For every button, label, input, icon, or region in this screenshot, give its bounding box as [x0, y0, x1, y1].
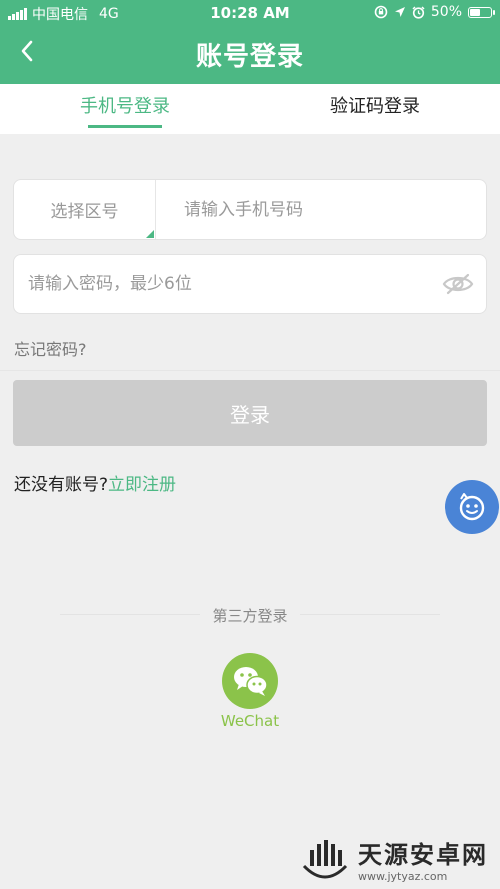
tab-code-login[interactable]: 验证码登录	[250, 84, 500, 134]
register-link[interactable]: 立即注册	[108, 475, 176, 495]
page-title: 账号登录	[195, 42, 304, 72]
wechat-login-button[interactable]	[222, 653, 278, 709]
tab-phone-login[interactable]: 手机号登录	[0, 84, 250, 134]
register-line: 还没有账号?立即注册	[14, 470, 176, 495]
divider	[0, 370, 500, 371]
robot-face-icon	[459, 493, 485, 521]
wechat-label: WeChat	[220, 712, 280, 730]
battery-fill	[470, 8, 480, 16]
password-input[interactable]	[14, 254, 436, 314]
phone-row: 选择区号	[13, 179, 487, 240]
forgot-password-link[interactable]: 忘记密码?	[14, 336, 87, 360]
password-row	[13, 254, 487, 314]
location-arrow-icon	[394, 7, 405, 17]
region-selector[interactable]: 选择区号	[14, 180, 156, 239]
phone-input[interactable]	[156, 180, 486, 239]
status-bar: 中国电信 4G 10:28 AM 50%	[0, 0, 500, 26]
battery-icon	[468, 6, 495, 18]
login-tabs: 手机号登录 验证码登录	[0, 84, 500, 134]
watermark-text: 天源安卓网 www.jytyaz.com	[358, 835, 488, 883]
no-account-text: 还没有账号?	[14, 475, 109, 495]
eye-slash-icon	[442, 273, 474, 295]
corner-triangle-icon	[146, 230, 154, 238]
third-party-title: 第三方登录	[212, 607, 288, 625]
watermark-title: 天源安卓网	[358, 841, 488, 869]
toggle-password-visibility[interactable]	[436, 264, 480, 304]
rotation-lock-icon	[374, 5, 388, 19]
site-watermark: 天源安卓网 www.jytyaz.com	[300, 834, 496, 884]
assistant-float-button[interactable]	[445, 480, 499, 534]
battery-percent: 50%	[430, 4, 462, 20]
nav-bar: 账号登录	[0, 26, 500, 82]
login-button[interactable]: 登录	[13, 380, 487, 446]
status-right: 50%	[374, 4, 495, 20]
wechat-icon	[234, 667, 268, 696]
watermark-url: www.jytyaz.com	[358, 870, 448, 883]
alarm-icon	[412, 5, 425, 19]
watermark-logo-icon	[302, 840, 348, 879]
region-label: 选择区号	[50, 202, 119, 222]
